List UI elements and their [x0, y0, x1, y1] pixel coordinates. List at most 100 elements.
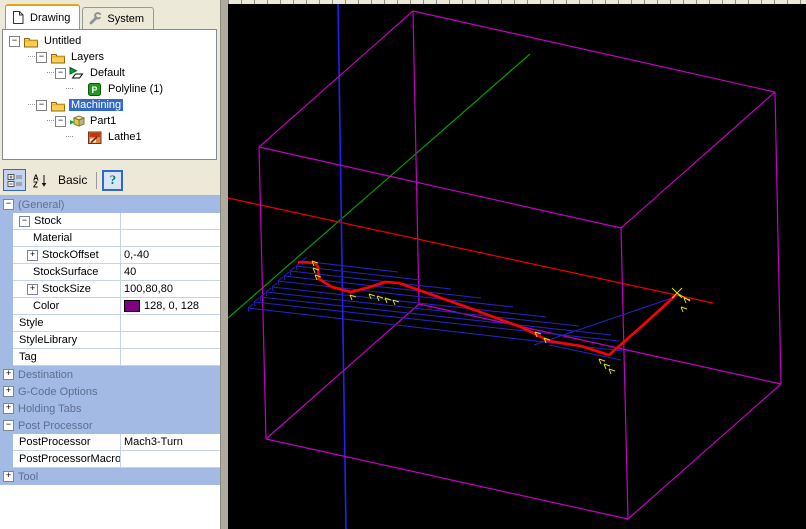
category-expander[interactable]: +	[3, 369, 14, 380]
category-expander[interactable]: +	[3, 386, 14, 397]
category-label: Post Processor	[18, 420, 93, 432]
category-row-general[interactable]: −(General)	[0, 196, 220, 213]
category-row-g-code-options[interactable]: +G-Code Options	[0, 383, 220, 400]
property-row-stylelibrary[interactable]: StyleLibrary	[0, 332, 220, 349]
property-row-material[interactable]: Material	[0, 230, 220, 247]
property-value-cell[interactable]: 40	[121, 264, 220, 281]
property-value-cell[interactable]	[121, 315, 220, 332]
property-name-cell[interactable]: PostProcessor	[13, 434, 121, 451]
basic-mode-label: Basic	[58, 173, 87, 187]
property-name-cell[interactable]: PostProcessorMacros	[13, 451, 121, 468]
property-row-postprocessor[interactable]: PostProcessorMach3-Turn	[0, 434, 220, 451]
property-value-cell[interactable]	[121, 213, 220, 230]
property-row-style[interactable]: Style	[0, 315, 220, 332]
property-name-label: Material	[33, 232, 72, 244]
property-value-cell[interactable]	[121, 349, 220, 366]
scene-canvas[interactable]	[228, 4, 806, 529]
property-value-label: 40	[124, 266, 136, 278]
tree-expander[interactable]: −	[9, 36, 20, 47]
property-name-label: Stock	[34, 215, 62, 227]
property-name-cell[interactable]: Tag	[13, 349, 121, 366]
property-value-cell[interactable]	[121, 451, 220, 468]
category-label: Tool	[18, 471, 38, 483]
property-expander[interactable]: +	[27, 284, 38, 295]
property-row-tag[interactable]: Tag	[0, 349, 220, 366]
property-name-cell[interactable]: StyleLibrary	[13, 332, 121, 349]
category-row-destination[interactable]: + Destination	[0, 366, 220, 383]
category-expander[interactable]: −	[3, 420, 14, 431]
tree-expander[interactable]: −	[55, 116, 66, 127]
property-row-postprocessormacros[interactable]: PostProcessorMacros	[0, 451, 220, 468]
svg-text:Z: Z	[33, 180, 38, 188]
tree-item-polyline-1[interactable]: PPolyline (1)	[3, 81, 216, 97]
tree-item-lathe1[interactable]: Lathe1	[3, 129, 216, 145]
tree-item-label: Polyline (1)	[106, 83, 165, 95]
tree-connector	[47, 72, 54, 74]
property-expander[interactable]: −	[19, 216, 30, 227]
property-name-cell[interactable]: + StockSize	[13, 281, 121, 298]
property-row-stockoffset[interactable]: +StockOffset0,-40	[0, 247, 220, 264]
tree-item-default[interactable]: −Default	[3, 65, 216, 81]
category-expander[interactable]: +	[3, 403, 14, 414]
tab-system[interactable]: System	[82, 7, 154, 29]
tree-connector	[28, 104, 35, 106]
grid-gutter	[0, 434, 13, 451]
grid-gutter	[0, 247, 13, 264]
tree-expander[interactable]: −	[36, 100, 47, 111]
category-row-tool[interactable]: + Tool	[0, 468, 220, 485]
help-button[interactable]: ?	[102, 170, 123, 191]
property-value-cell[interactable]	[121, 332, 220, 349]
tree-item-layers[interactable]: − Layers	[3, 49, 216, 65]
panel-splitter[interactable]	[220, 0, 228, 529]
tree-connector	[66, 136, 73, 138]
property-name-label: StockSize	[42, 283, 91, 295]
property-value-cell[interactable]	[121, 230, 220, 247]
grid-gutter	[0, 349, 13, 366]
tree-item-label: Machining	[69, 99, 123, 111]
grid-gutter	[0, 315, 13, 332]
tree-item-untitled[interactable]: −Untitled	[3, 33, 216, 49]
wrench-icon	[88, 11, 103, 26]
tree-item-machining[interactable]: − Machining	[3, 97, 216, 113]
property-value-cell[interactable]: 0,-40	[121, 247, 220, 264]
tree-expander[interactable]: −	[36, 52, 47, 63]
grid-gutter	[0, 451, 13, 468]
tree-connector	[47, 120, 54, 122]
grid-gutter	[0, 213, 13, 230]
grid-gutter	[0, 332, 13, 349]
property-name-cell[interactable]: StockSurface	[13, 264, 121, 281]
property-expander[interactable]: +	[27, 250, 38, 261]
category-expander[interactable]: −	[3, 199, 14, 210]
part-icon	[69, 114, 85, 129]
property-row-color[interactable]: Color128, 0, 128	[0, 298, 220, 315]
property-row-stock[interactable]: −Stock	[0, 213, 220, 230]
property-value-cell[interactable]: 100,80,80	[121, 281, 220, 298]
category-row-holding-tabs[interactable]: +Holding Tabs	[0, 400, 220, 417]
category-row-post-processor[interactable]: −Post Processor	[0, 417, 220, 434]
tree-expander[interactable]: −	[55, 68, 66, 79]
alphabetical-sort-button[interactable]: A Z	[28, 169, 51, 191]
tab-drawing[interactable]: Drawing	[5, 4, 80, 29]
tree-item-part1[interactable]: − Part1	[3, 113, 216, 129]
property-row-stocksurface[interactable]: StockSurface40	[0, 264, 220, 281]
property-grid: −(General)−StockMaterial+StockOffset0,-4…	[0, 195, 220, 529]
grid-gutter	[0, 298, 13, 315]
category-label: Destination	[18, 369, 73, 381]
tree-item-label: Layers	[69, 51, 106, 63]
tree-item-label: Part1	[88, 115, 118, 127]
property-value-cell[interactable]: 128, 0, 128	[121, 298, 220, 315]
tab-drawing-label: Drawing	[30, 12, 70, 24]
property-name-cell[interactable]: −Stock	[13, 213, 121, 230]
color-swatch[interactable]	[124, 300, 140, 312]
categorized-button[interactable]	[3, 169, 26, 191]
property-value-cell[interactable]: Mach3-Turn	[121, 434, 220, 451]
property-name-cell[interactable]: +StockOffset	[13, 247, 121, 264]
property-name-cell[interactable]: Style	[13, 315, 121, 332]
viewport-3d[interactable]	[228, 0, 806, 529]
lathe-icon	[87, 130, 103, 145]
property-row-stocksize[interactable]: + StockSize 100,80,80	[0, 281, 220, 298]
property-value-label: 0,-40	[124, 249, 149, 261]
category-expander[interactable]: +	[3, 471, 14, 482]
property-name-cell[interactable]: Color	[13, 298, 121, 315]
property-name-cell[interactable]: Material	[13, 230, 121, 247]
